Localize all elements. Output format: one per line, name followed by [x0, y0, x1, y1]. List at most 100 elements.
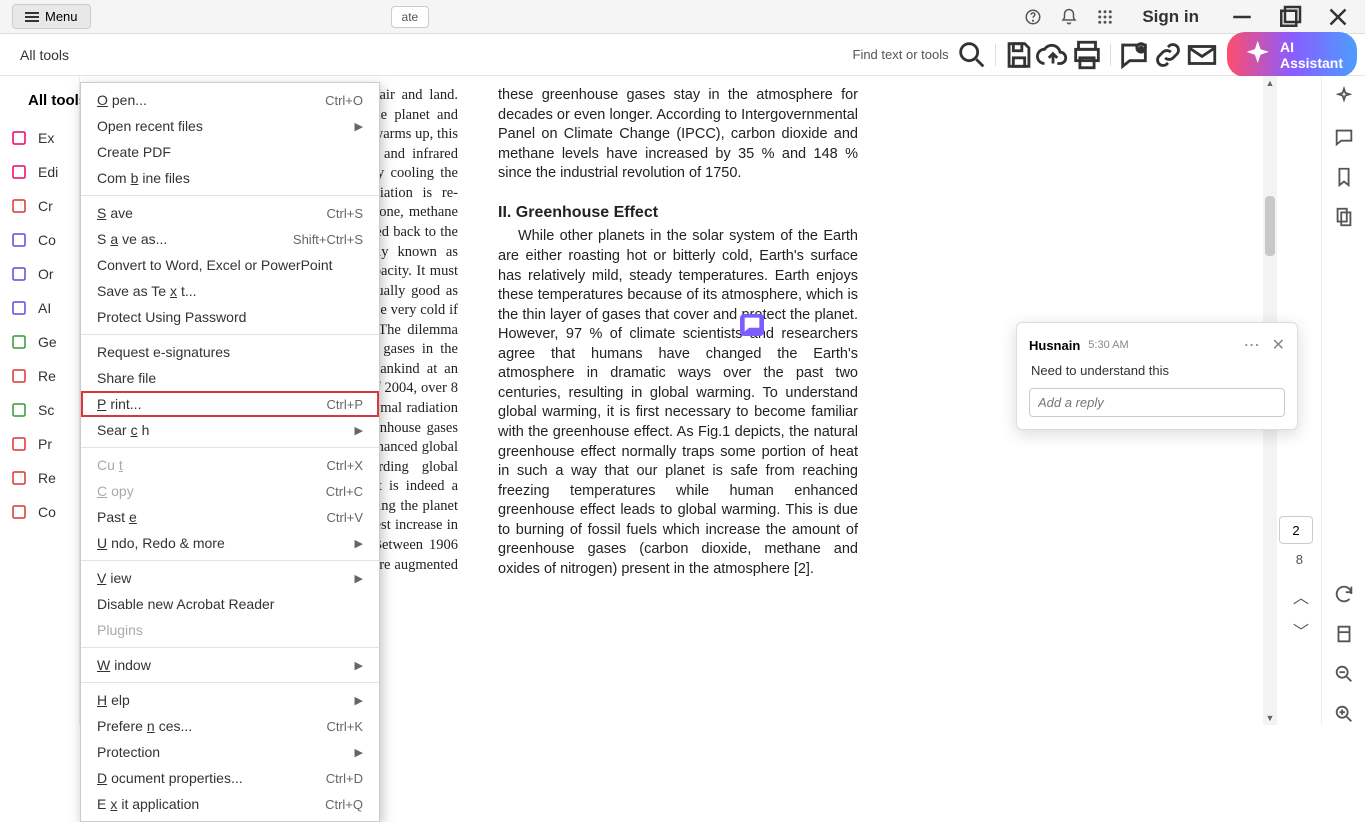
scroll-down-icon[interactable]: ▼ — [1263, 711, 1277, 725]
page-fit-icon[interactable] — [1333, 623, 1355, 645]
comment-body: Need to understand this — [1029, 363, 1285, 378]
shortcut: Ctrl+P — [327, 397, 363, 412]
sidebar-item[interactable]: Or — [0, 257, 79, 291]
section-header: II. Greenhouse Effect — [498, 202, 858, 224]
comment-author: Husnain — [1029, 338, 1080, 353]
close-button[interactable] — [1323, 2, 1353, 32]
chevron-right-icon: ▶ — [355, 537, 363, 550]
menu-item-window[interactable]: Window▶ — [81, 652, 379, 678]
sidebar-item[interactable]: Cr — [0, 189, 79, 223]
ai-chat-icon[interactable] — [1333, 86, 1355, 108]
menu-item-save-as-text[interactable]: Save as Text... — [81, 278, 379, 304]
all-tools-tab[interactable]: All tools — [8, 41, 81, 69]
link-icon[interactable] — [1151, 38, 1185, 72]
toolbar: All tools Find text or tools + AI Assist… — [0, 34, 1365, 76]
page-number-input[interactable]: 2 — [1279, 516, 1313, 544]
zoom-out-icon[interactable] — [1333, 663, 1355, 685]
menu-item-paste[interactable]: PasteCtrl+V — [81, 504, 379, 530]
sidebar-item[interactable]: Edi — [0, 155, 79, 189]
menu-item-request-e-signatures[interactable]: Request e-signatures — [81, 339, 379, 365]
minimize-button[interactable] — [1227, 2, 1257, 32]
sidebar-item-icon — [10, 435, 28, 453]
menu-label: Menu — [45, 9, 78, 24]
menu-item-exit-application[interactable]: Exit applicationCtrl+Q — [81, 791, 379, 817]
page-total: 8 — [1296, 552, 1303, 567]
rotate-icon[interactable] — [1333, 583, 1355, 605]
chevron-right-icon: ▶ — [355, 746, 363, 759]
sidebar-item-icon — [10, 367, 28, 385]
search-icon[interactable] — [955, 38, 989, 72]
sidebar-item-icon — [10, 503, 28, 521]
right-rail — [1321, 76, 1365, 725]
menu-item-create-pdf[interactable]: Create PDF — [81, 139, 379, 165]
comment-more-icon[interactable]: ⋯ — [1244, 335, 1260, 355]
sidebar-item[interactable]: Ge — [0, 325, 79, 359]
sign-in-link[interactable]: Sign in — [1142, 7, 1199, 27]
sidebar-item-icon — [10, 265, 28, 283]
menu-item-search[interactable]: Search▶ — [81, 417, 379, 443]
pages-icon[interactable] — [1333, 206, 1355, 228]
comment-popup: Husnain 5:30 AM ⋯ ✕ Need to understand t… — [1016, 322, 1298, 430]
document-tab[interactable]: ate — [391, 6, 430, 28]
sidebar-item[interactable]: Re — [0, 359, 79, 393]
menu-item-print[interactable]: Print...Ctrl+P — [81, 391, 379, 417]
apps-icon[interactable] — [1096, 8, 1114, 26]
menu-item-disable-new-acrobat-reader[interactable]: Disable new Acrobat Reader — [81, 591, 379, 617]
menu-item-preferences[interactable]: Preferences...Ctrl+K — [81, 713, 379, 739]
sidebar-item[interactable]: Co — [0, 223, 79, 257]
menu-item-share-file[interactable]: Share file — [81, 365, 379, 391]
comment-marker-icon[interactable] — [740, 314, 764, 336]
comments-panel-icon[interactable] — [1333, 126, 1355, 148]
print-icon[interactable] — [1070, 38, 1104, 72]
menu-item-save-as[interactable]: Save as...Shift+Ctrl+S — [81, 226, 379, 252]
chevron-right-icon: ▶ — [355, 694, 363, 707]
page-down-icon[interactable]: ﹀ — [1293, 618, 1309, 642]
comment-reply-input[interactable] — [1029, 388, 1285, 417]
notification-icon[interactable] — [1060, 8, 1078, 26]
sidebar-item-icon — [10, 163, 28, 181]
shortcut: Ctrl+V — [327, 510, 363, 525]
menu-item-open-recent-files[interactable]: Open recent files▶ — [81, 113, 379, 139]
sidebar-item[interactable]: Ex — [0, 121, 79, 155]
shortcut: Shift+Ctrl+S — [293, 232, 363, 247]
menu-item-protect-using-password[interactable]: Protect Using Password — [81, 304, 379, 330]
maximize-button[interactable] — [1275, 2, 1305, 32]
shortcut: Ctrl+D — [326, 771, 363, 786]
menu-item-view[interactable]: View▶ — [81, 565, 379, 591]
menu-button[interactable]: Menu — [12, 4, 91, 29]
ai-assistant-button[interactable]: AI Assistant — [1227, 32, 1357, 77]
page-up-icon[interactable]: ︿ — [1293, 584, 1309, 608]
scroll-up-icon[interactable]: ▲ — [1263, 76, 1277, 90]
shortcut: Ctrl+O — [325, 93, 363, 108]
menu-item-open[interactable]: Open...Ctrl+O — [81, 87, 379, 113]
shortcut: Ctrl+K — [327, 719, 363, 734]
shortcut: Ctrl+X — [327, 458, 363, 473]
scrollbar-thumb[interactable] — [1265, 196, 1275, 256]
menu-item-undo-redo-more[interactable]: Undo, Redo & more▶ — [81, 530, 379, 556]
menu-item-protection[interactable]: Protection▶ — [81, 739, 379, 765]
menu-item-copy: CopyCtrl+C — [81, 478, 379, 504]
sidebar-item[interactable]: Sc — [0, 393, 79, 427]
email-icon[interactable] — [1185, 38, 1219, 72]
sidebar-item-icon — [10, 299, 28, 317]
menu-item-document-properties[interactable]: Document properties...Ctrl+D — [81, 765, 379, 791]
sidebar-item[interactable]: Co — [0, 495, 79, 529]
sidebar-item[interactable]: Pr — [0, 427, 79, 461]
upload-icon[interactable] — [1036, 38, 1070, 72]
shortcut: Ctrl+S — [327, 206, 363, 221]
help-icon[interactable] — [1024, 8, 1042, 26]
chevron-right-icon: ▶ — [355, 424, 363, 437]
comment-time: 5:30 AM — [1088, 339, 1128, 351]
menu-item-save[interactable]: SaveCtrl+S — [81, 200, 379, 226]
comment-icon[interactable]: + — [1117, 38, 1151, 72]
menu-item-help[interactable]: Help▶ — [81, 687, 379, 713]
menu-item-combine-files[interactable]: Combine files — [81, 165, 379, 191]
sidebar-item[interactable]: Re — [0, 461, 79, 495]
bookmark-icon[interactable] — [1333, 166, 1355, 188]
menu-item-convert-to-word-excel-or-powerpoint[interactable]: Convert to Word, Excel or PowerPoint — [81, 252, 379, 278]
comment-close-icon[interactable]: ✕ — [1272, 335, 1285, 355]
sidebar-item[interactable]: AI — [0, 291, 79, 325]
save-icon[interactable] — [1002, 38, 1036, 72]
sidebar-item-icon — [10, 129, 28, 147]
zoom-in-icon[interactable] — [1333, 703, 1355, 725]
